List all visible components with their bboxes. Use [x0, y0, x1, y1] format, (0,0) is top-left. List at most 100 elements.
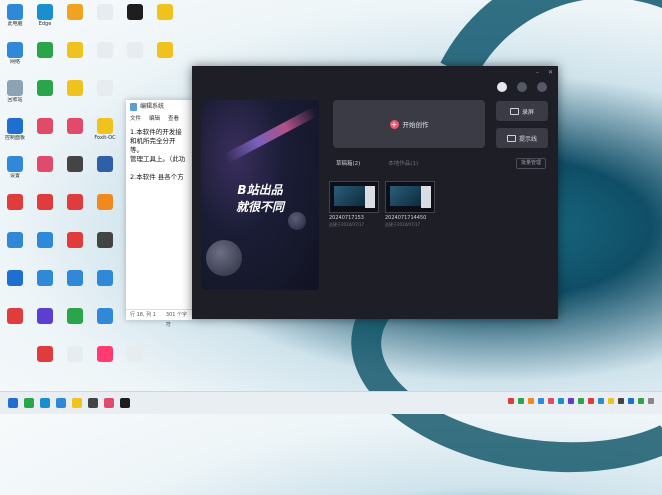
desktop-shortcut[interactable]: [90, 2, 120, 21]
tray-icon[interactable]: [538, 398, 544, 404]
app-window[interactable]: – ✕ B站出品 就很不同 + 开始创作 录屏 提示线 草稿箱(2) 本地作品(…: [192, 66, 558, 319]
tray-icon[interactable]: [568, 398, 574, 404]
tray-icon[interactable]: [528, 398, 534, 404]
taskbar-app-icon[interactable]: [24, 398, 34, 408]
taskbar-app-icon[interactable]: [8, 398, 18, 408]
desktop-shortcut[interactable]: Foxit-OC: [90, 116, 120, 141]
app-icon: [7, 4, 23, 20]
tray-icon[interactable]: [588, 398, 594, 404]
desktop-shortcut[interactable]: [90, 40, 120, 59]
batch-manage-button[interactable]: 批量管理: [516, 158, 546, 169]
desktop-shortcut[interactable]: 回收站: [0, 78, 30, 103]
desktop-shortcut[interactable]: [60, 78, 90, 97]
desktop-shortcut[interactable]: [60, 40, 90, 59]
desktop-shortcut[interactable]: [30, 230, 60, 249]
tray-icon[interactable]: [558, 398, 564, 404]
notepad-titlebar[interactable]: 编辑系统: [126, 100, 192, 114]
desktop-shortcut[interactable]: [60, 230, 90, 249]
desktop-shortcut[interactable]: [60, 268, 90, 287]
desktop-shortcut[interactable]: [30, 78, 60, 97]
notepad-text-area[interactable]: 1.本软件的开发接 和机所完全分开等。 管理工具上。（此功 2.本软件 县各个方: [126, 124, 192, 186]
app-icon: [37, 42, 53, 58]
taskbar-app-icon[interactable]: [120, 398, 130, 408]
desktop-shortcut[interactable]: [30, 268, 60, 287]
taskbar-app-icon[interactable]: [88, 398, 98, 408]
desktop-shortcut[interactable]: [30, 40, 60, 59]
desktop-shortcut[interactable]: [0, 268, 30, 287]
desktop-shortcut[interactable]: [30, 192, 60, 211]
taskbar-app-icon[interactable]: [40, 398, 50, 408]
draft-card[interactable]: 20240717153 创建于2024/07/17: [329, 181, 379, 228]
desktop-shortcut[interactable]: [0, 192, 30, 211]
tray-icon[interactable]: [638, 398, 644, 404]
desktop-shortcut[interactable]: 此电脑: [0, 2, 30, 27]
start-create-button[interactable]: + 开始创作: [333, 100, 485, 148]
app-icon: [7, 308, 23, 324]
system-tray: [508, 398, 654, 404]
tray-icon[interactable]: [508, 398, 514, 404]
desktop-shortcut[interactable]: [60, 116, 90, 135]
desktop-shortcut[interactable]: [150, 2, 180, 21]
desktop-shortcut[interactable]: 设置: [0, 154, 30, 179]
prompter-button[interactable]: 提示线: [496, 128, 548, 148]
desktop-shortcut[interactable]: [30, 344, 60, 363]
draft-date: 创建于2024/07/17: [329, 222, 365, 227]
taskbar-app-icon[interactable]: [104, 398, 114, 408]
tab-drafts[interactable]: 草稿箱(2): [336, 159, 360, 167]
app-icon: [7, 232, 23, 248]
desktop-shortcut[interactable]: 网络: [0, 40, 30, 65]
desktop-shortcut[interactable]: [90, 78, 120, 97]
desktop-shortcut[interactable]: [0, 230, 30, 249]
desktop-shortcut[interactable]: [120, 2, 150, 21]
draft-thumbnail: [385, 181, 435, 213]
taskbar-app-icon[interactable]: [56, 398, 66, 408]
app-icon: [7, 42, 23, 58]
light-streak: [224, 107, 318, 163]
notepad-window[interactable]: 编辑系统 文件 编辑 查看 1.本软件的开发接 和机所完全分开等。 管理工具上。…: [126, 100, 192, 328]
desktop-shortcut[interactable]: [90, 192, 120, 211]
desktop-shortcut[interactable]: [30, 306, 60, 325]
close-icon[interactable]: ✕: [548, 69, 553, 76]
tray-icon[interactable]: [618, 398, 624, 404]
desktop-shortcut[interactable]: [60, 306, 90, 325]
menu-edit[interactable]: 编辑: [149, 114, 160, 124]
desktop-shortcut[interactable]: [0, 306, 30, 325]
minimize-icon[interactable]: –: [536, 69, 539, 76]
desktop-shortcut[interactable]: [60, 2, 90, 21]
desktop-shortcut[interactable]: [90, 344, 120, 363]
gear-icon[interactable]: [537, 82, 547, 92]
tab-local-works[interactable]: 本地作品(1): [388, 159, 418, 167]
record-screen-button[interactable]: 录屏: [496, 101, 548, 121]
tray-icon[interactable]: [548, 398, 554, 404]
desktop-shortcut[interactable]: [60, 192, 90, 211]
desktop-shortcut[interactable]: [30, 154, 60, 173]
tray-icon[interactable]: [598, 398, 604, 404]
desktop-shortcut[interactable]: [90, 268, 120, 287]
menu-view[interactable]: 查看: [168, 114, 179, 124]
desktop-shortcut[interactable]: [60, 154, 90, 173]
desktop-shortcut[interactable]: [120, 40, 150, 59]
tray-icon[interactable]: [628, 398, 634, 404]
tray-icon[interactable]: [518, 398, 524, 404]
app-icon: [7, 118, 23, 134]
app-icon: [67, 118, 83, 134]
tray-icon[interactable]: [648, 398, 654, 404]
draft-card[interactable]: 2024071714450 创建于2024/07/17: [385, 181, 435, 228]
desktop-shortcut[interactable]: [90, 230, 120, 249]
desktop-shortcut[interactable]: [60, 344, 90, 363]
desktop-shortcut[interactable]: [120, 344, 150, 363]
settings-icon[interactable]: [517, 82, 527, 92]
shortcut-label: 回收站: [7, 97, 23, 103]
desktop-shortcut[interactable]: [90, 306, 120, 325]
desktop-shortcut[interactable]: [90, 154, 120, 173]
desktop-shortcut[interactable]: Edge: [30, 2, 60, 27]
avatar[interactable]: [497, 82, 507, 92]
desktop-shortcut[interactable]: 控制面板: [0, 116, 30, 141]
tray-icon[interactable]: [578, 398, 584, 404]
desktop-shortcut[interactable]: [150, 40, 180, 59]
app-icon: [67, 308, 83, 324]
menu-file[interactable]: 文件: [130, 114, 141, 124]
taskbar-app-icon[interactable]: [72, 398, 82, 408]
desktop-shortcut[interactable]: [30, 116, 60, 135]
tray-icon[interactable]: [608, 398, 614, 404]
